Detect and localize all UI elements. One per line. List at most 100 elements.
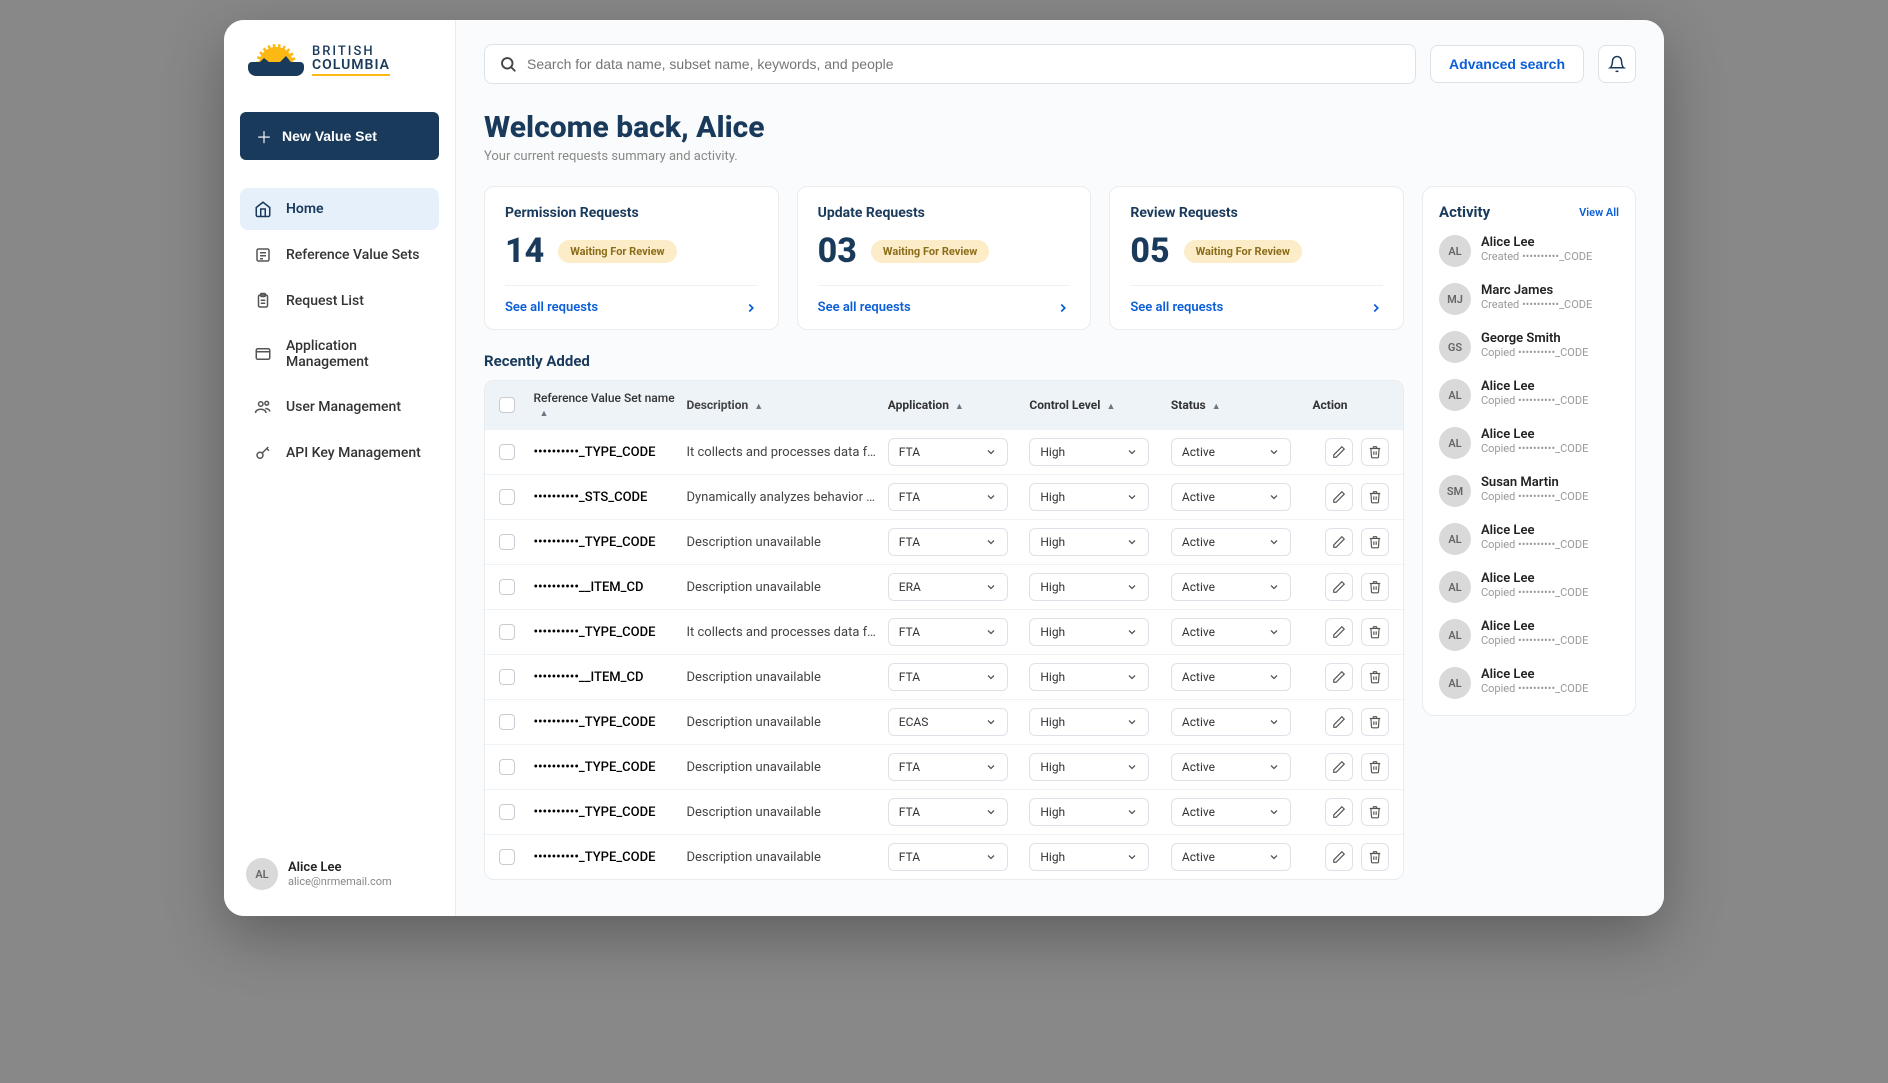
col-header-ctrl[interactable]: Control Level▲ [1029, 398, 1171, 412]
activity-item[interactable]: ALAlice LeeCopied ••••••••••_CODE [1439, 619, 1619, 651]
application-select[interactable]: FTA [888, 438, 1008, 466]
sidebar-item-request-list[interactable]: Request List [240, 280, 439, 322]
status-select[interactable]: Active [1171, 663, 1291, 691]
sidebar-item-user-management[interactable]: User Management [240, 386, 439, 428]
control-level-select[interactable]: High [1029, 798, 1149, 826]
application-select[interactable]: FTA [888, 843, 1008, 871]
status-select[interactable]: Active [1171, 798, 1291, 826]
status-select[interactable]: Active [1171, 843, 1291, 871]
activity-item[interactable]: GSGeorge SmithCopied ••••••••••_CODE [1439, 331, 1619, 363]
activity-item[interactable]: ALAlice LeeCreated ••••••••••_CODE [1439, 235, 1619, 267]
status-select[interactable]: Active [1171, 618, 1291, 646]
delete-button[interactable] [1361, 663, 1389, 691]
status-select[interactable]: Active [1171, 708, 1291, 736]
avatar: AL [1439, 523, 1471, 555]
trash-icon [1368, 445, 1382, 459]
status-select[interactable]: Active [1171, 528, 1291, 556]
edit-button[interactable] [1325, 483, 1353, 511]
delete-button[interactable] [1361, 483, 1389, 511]
row-checkbox[interactable] [499, 849, 515, 865]
status-select[interactable]: Active [1171, 438, 1291, 466]
control-level-select[interactable]: High [1029, 843, 1149, 871]
application-select[interactable]: FTA [888, 753, 1008, 781]
sidebar-item-api-key-management[interactable]: API Key Management [240, 432, 439, 474]
application-select[interactable]: ECAS [888, 708, 1008, 736]
edit-button[interactable] [1325, 573, 1353, 601]
row-checkbox[interactable] [499, 579, 515, 595]
application-select[interactable]: FTA [888, 663, 1008, 691]
new-value-set-button[interactable]: ＋ New Value Set [240, 112, 439, 160]
control-level-select[interactable]: High [1029, 438, 1149, 466]
status-select[interactable]: Active [1171, 753, 1291, 781]
sidebar-item-reference-value-sets[interactable]: Reference Value Sets [240, 234, 439, 276]
col-header-desc[interactable]: Description▲ [686, 398, 887, 412]
application-select[interactable]: FTA [888, 618, 1008, 646]
application-select[interactable]: ERA [888, 573, 1008, 601]
application-select[interactable]: FTA [888, 483, 1008, 511]
activity-item[interactable]: ALAlice LeeCopied ••••••••••_CODE [1439, 427, 1619, 459]
delete-button[interactable] [1361, 753, 1389, 781]
edit-button[interactable] [1325, 798, 1353, 826]
edit-button[interactable] [1325, 708, 1353, 736]
table-row: ••••••••••_TYPE_CODEDescription unavaila… [485, 744, 1403, 789]
row-checkbox[interactable] [499, 624, 515, 640]
activity-item[interactable]: ALAlice LeeCopied ••••••••••_CODE [1439, 667, 1619, 699]
search-box[interactable] [484, 44, 1416, 84]
edit-button[interactable] [1325, 843, 1353, 871]
delete-button[interactable] [1361, 528, 1389, 556]
activity-item[interactable]: SMSusan MartinCopied ••••••••••_CODE [1439, 475, 1619, 507]
row-checkbox[interactable] [499, 444, 515, 460]
control-level-select[interactable]: High [1029, 663, 1149, 691]
chevron-down-icon [1268, 851, 1280, 863]
sidebar-item-application-management[interactable]: Application Management [240, 326, 439, 382]
sidebar-item-label: User Management [286, 399, 401, 415]
row-checkbox[interactable] [499, 759, 515, 775]
delete-button[interactable] [1361, 708, 1389, 736]
advanced-search-button[interactable]: Advanced search [1430, 45, 1584, 83]
control-level-select[interactable]: High [1029, 618, 1149, 646]
delete-button[interactable] [1361, 843, 1389, 871]
see-all-requests-link[interactable]: See all requests [505, 285, 758, 329]
col-header-app[interactable]: Application▲ [888, 398, 1030, 412]
control-level-select[interactable]: High [1029, 483, 1149, 511]
activity-item[interactable]: ALAlice LeeCopied ••••••••••_CODE [1439, 523, 1619, 555]
row-checkbox[interactable] [499, 669, 515, 685]
user-footer[interactable]: AL Alice Lee alice@nrmemail.com [240, 848, 439, 900]
delete-button[interactable] [1361, 618, 1389, 646]
activity-item[interactable]: MJMarc JamesCreated ••••••••••_CODE [1439, 283, 1619, 315]
application-select[interactable]: FTA [888, 528, 1008, 556]
sidebar-item-home[interactable]: Home [240, 188, 439, 230]
see-all-requests-link[interactable]: See all requests [818, 285, 1071, 329]
control-level-select[interactable]: High [1029, 528, 1149, 556]
welcome-block: Welcome back, Alice Your current request… [484, 110, 1636, 164]
delete-button[interactable] [1361, 798, 1389, 826]
status-select[interactable]: Active [1171, 573, 1291, 601]
sort-icon: ▲ [754, 401, 763, 412]
col-header-name[interactable]: Reference Value Set name▲ [533, 391, 686, 419]
activity-item[interactable]: ALAlice LeeCopied ••••••••••_CODE [1439, 571, 1619, 603]
row-checkbox[interactable] [499, 714, 515, 730]
row-checkbox[interactable] [499, 804, 515, 820]
control-level-select[interactable]: High [1029, 753, 1149, 781]
edit-button[interactable] [1325, 663, 1353, 691]
select-all-checkbox[interactable] [499, 397, 515, 413]
row-checkbox[interactable] [499, 534, 515, 550]
delete-button[interactable] [1361, 573, 1389, 601]
status-select[interactable]: Active [1171, 483, 1291, 511]
delete-button[interactable] [1361, 438, 1389, 466]
trash-icon [1368, 535, 1382, 549]
search-input[interactable] [527, 56, 1401, 72]
control-level-select[interactable]: High [1029, 573, 1149, 601]
application-select[interactable]: FTA [888, 798, 1008, 826]
edit-button[interactable] [1325, 528, 1353, 556]
notifications-button[interactable] [1598, 45, 1636, 83]
control-level-select[interactable]: High [1029, 708, 1149, 736]
edit-button[interactable] [1325, 753, 1353, 781]
edit-button[interactable] [1325, 618, 1353, 646]
see-all-requests-link[interactable]: See all requests [1130, 285, 1383, 329]
edit-button[interactable] [1325, 438, 1353, 466]
col-header-status[interactable]: Status▲ [1171, 398, 1313, 412]
row-checkbox[interactable] [499, 489, 515, 505]
view-all-link[interactable]: View All [1579, 206, 1619, 219]
activity-item[interactable]: ALAlice LeeCopied ••••••••••_CODE [1439, 379, 1619, 411]
